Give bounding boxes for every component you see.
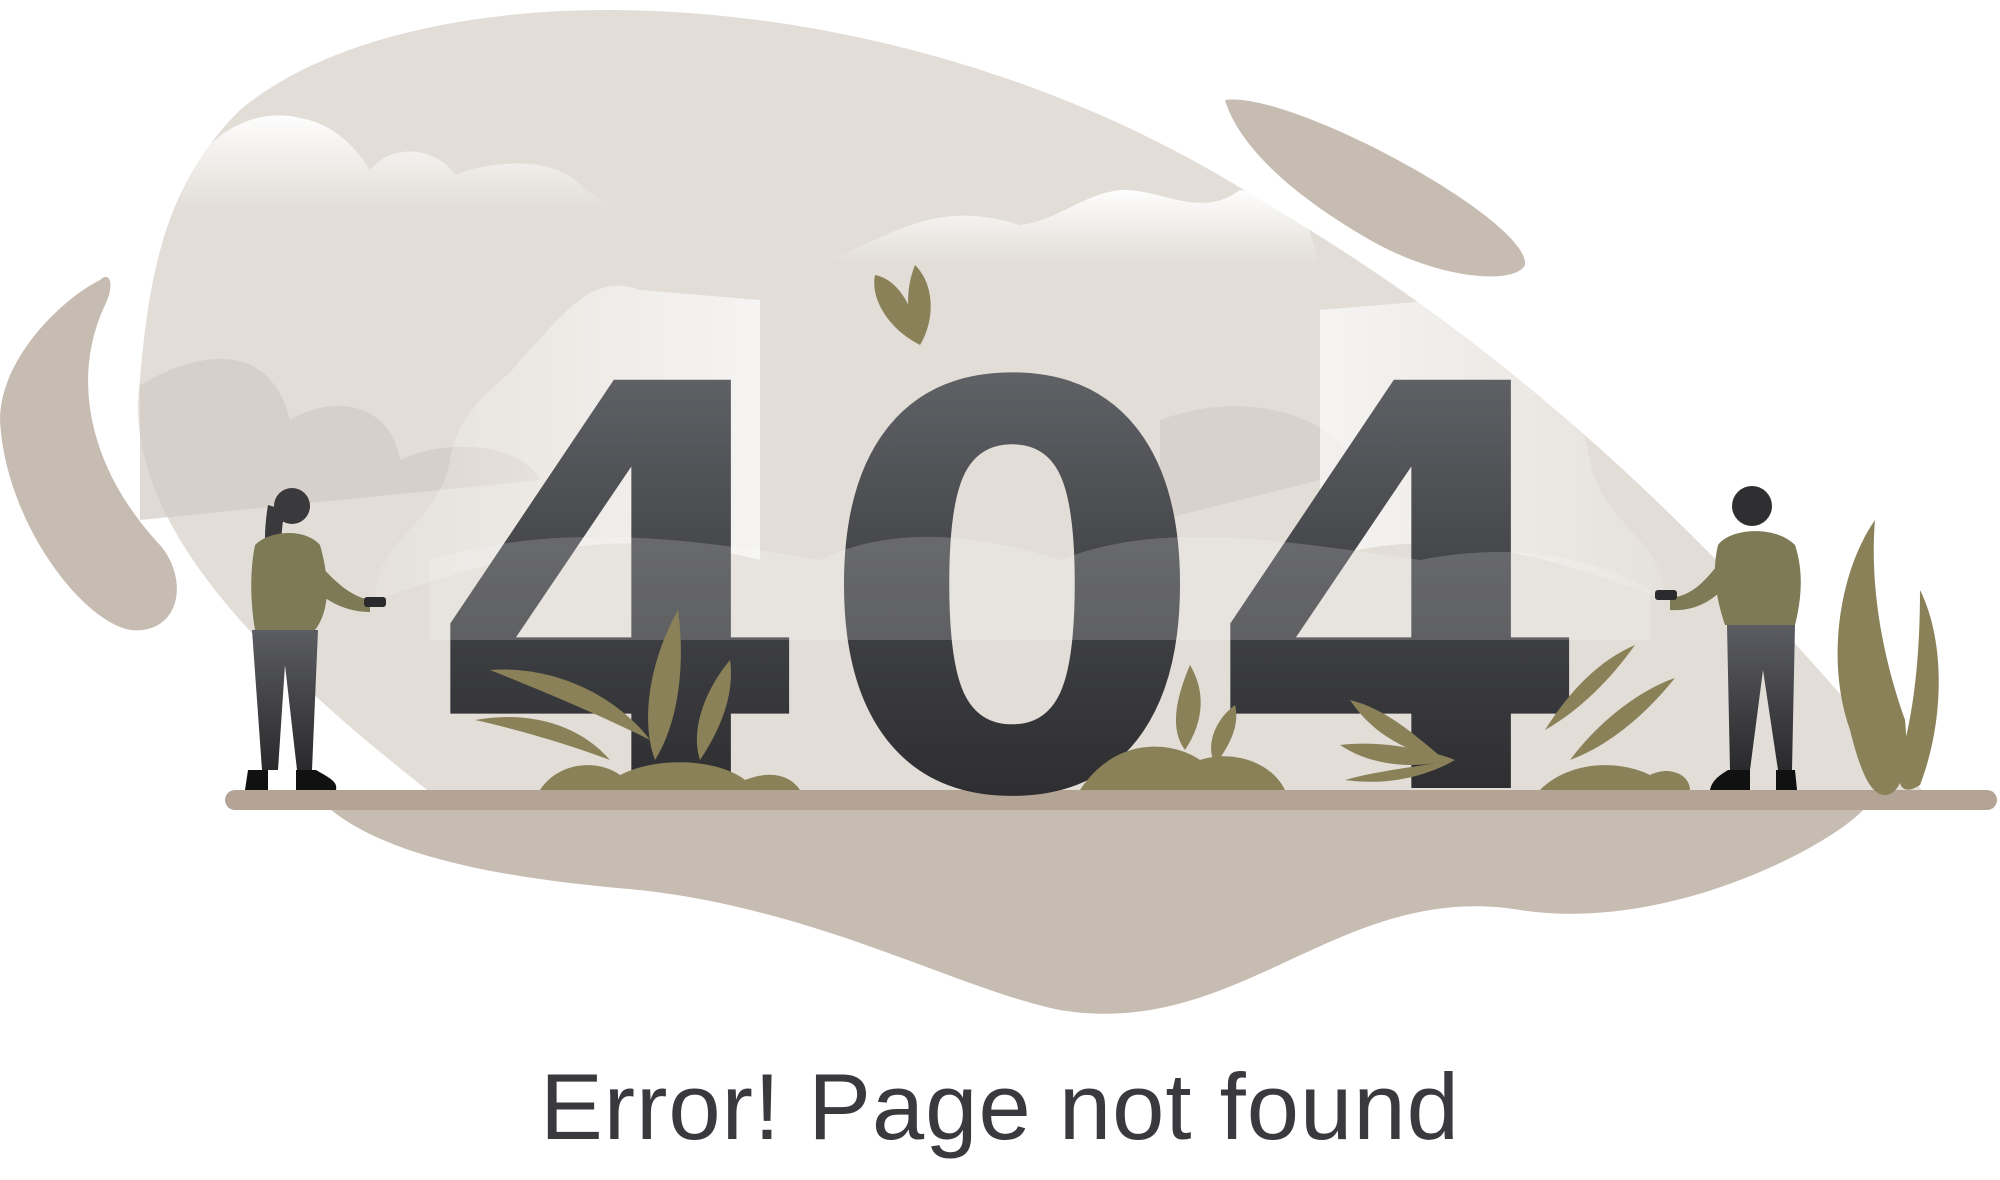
flashlight-icon xyxy=(364,597,386,607)
error-message: Error! Page not found xyxy=(540,1054,1460,1159)
flashlight-icon xyxy=(1655,590,1677,600)
not-found-illustration: 4 0 4 xyxy=(0,10,1997,1014)
